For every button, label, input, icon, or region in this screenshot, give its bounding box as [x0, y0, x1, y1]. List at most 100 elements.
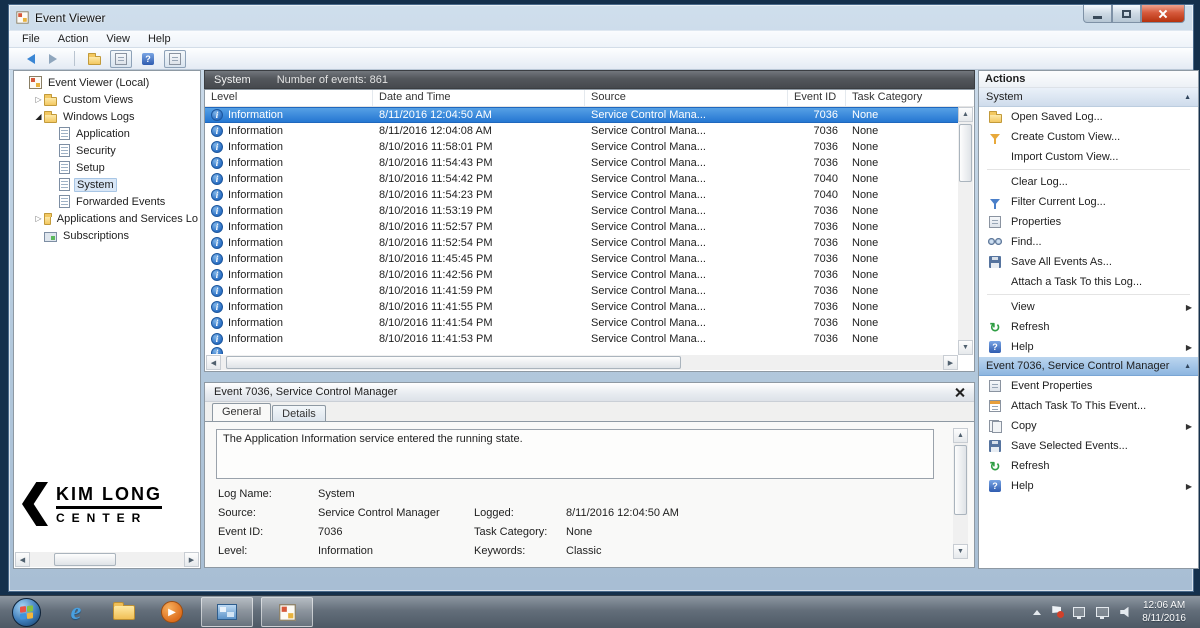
- action-save-all-events-as[interactable]: Save All Events As...: [979, 252, 1198, 272]
- event-row[interactable]: iInformation8/10/2016 11:42:56 PMService…: [205, 267, 959, 283]
- windows-explorer-button[interactable]: [111, 599, 137, 625]
- expanded-expander-icon[interactable]: ◢: [33, 112, 44, 121]
- column-date[interactable]: Date and Time: [373, 90, 585, 106]
- event-row[interactable]: iInformation8/10/2016 11:58:01 PMService…: [205, 139, 959, 155]
- tree-item-setup[interactable]: Setup: [14, 159, 200, 176]
- forward-button[interactable]: [44, 50, 66, 68]
- scroll-left-icon[interactable]: ◀: [15, 552, 30, 567]
- tree-item-application[interactable]: Application: [14, 125, 200, 142]
- event-row[interactable]: iInformation8/10/2016 11:52:54 PMService…: [205, 235, 959, 251]
- media-player-button[interactable]: ▶: [159, 599, 185, 625]
- action-properties[interactable]: Properties: [979, 212, 1198, 232]
- event-row[interactable]: iInformation8/10/2016 11:53:19 PMService…: [205, 203, 959, 219]
- action-section-header[interactable]: System▲: [979, 88, 1198, 107]
- action-copy[interactable]: Copy▶: [979, 416, 1198, 436]
- maximize-button[interactable]: [1112, 5, 1141, 23]
- action-filter-current-log[interactable]: Filter Current Log...: [979, 192, 1198, 212]
- tree-item-event-viewer-local[interactable]: Event Viewer (Local): [14, 74, 200, 91]
- scroll-right-icon[interactable]: ▶: [943, 355, 958, 370]
- menu-action[interactable]: Action: [49, 32, 98, 46]
- tree-item-security[interactable]: Security: [14, 142, 200, 159]
- action-help[interactable]: Help▶: [979, 476, 1198, 496]
- scroll-up-icon[interactable]: ▲: [958, 107, 973, 122]
- detail-vertical-scrollbar[interactable]: ▲ ▼: [953, 428, 968, 559]
- scroll-down-icon[interactable]: ▼: [958, 340, 973, 355]
- action-section-header[interactable]: Event 7036, Service Control Manager▲: [979, 357, 1198, 376]
- tree-item-applications-and-services-lo[interactable]: ▷Applications and Services Lo: [14, 210, 200, 227]
- collapse-arrow-icon[interactable]: ▲: [1184, 363, 1191, 370]
- column-level[interactable]: Level: [205, 90, 373, 106]
- action-center-flag-icon[interactable]: [1052, 606, 1062, 618]
- scroll-left-icon[interactable]: ◀: [206, 355, 221, 370]
- event-row[interactable]: iInformation8/10/2016 11:41:55 PMService…: [205, 299, 959, 315]
- column-task-category[interactable]: Task Category: [846, 90, 946, 106]
- menu-file[interactable]: File: [13, 32, 49, 46]
- tree-item-system[interactable]: System: [14, 176, 200, 193]
- action-open-saved-log[interactable]: Open Saved Log...: [979, 107, 1198, 127]
- event-row[interactable]: iInformation8/10/2016 11:54:42 PMService…: [205, 171, 959, 187]
- start-button[interactable]: [12, 598, 41, 627]
- column-event-id[interactable]: Event ID: [788, 90, 846, 106]
- event-row[interactable]: iInformation8/10/2016 11:41:54 PMService…: [205, 315, 959, 331]
- table-vertical-scrollbar[interactable]: ▲ ▼: [958, 107, 973, 355]
- scroll-right-icon[interactable]: ▶: [184, 552, 199, 567]
- scrollbar-thumb[interactable]: [959, 124, 972, 182]
- action-attach-a-task-to-this-log[interactable]: Attach a Task To this Log...: [979, 272, 1198, 292]
- action-clear-log[interactable]: Clear Log...: [979, 172, 1198, 192]
- table-horizontal-scrollbar[interactable]: ◀ ▶: [206, 355, 958, 370]
- action-help[interactable]: Help▶: [979, 337, 1198, 357]
- open-log-button[interactable]: [83, 50, 105, 68]
- tree-item-windows-logs[interactable]: ◢Windows Logs: [14, 108, 200, 125]
- event-row[interactable]: iInformation8/10/2016 11:41:59 PMService…: [205, 283, 959, 299]
- back-button[interactable]: [17, 50, 39, 68]
- tray-clock[interactable]: 12:06 AM 8/11/2016: [1142, 599, 1186, 625]
- scroll-down-icon[interactable]: ▼: [953, 544, 968, 559]
- scrollbar-thumb[interactable]: [54, 553, 116, 566]
- action-import-custom-view[interactable]: Import Custom View...: [979, 147, 1198, 167]
- scroll-up-icon[interactable]: ▲: [953, 428, 968, 443]
- action-view[interactable]: View▶: [979, 297, 1198, 317]
- display-icon[interactable]: [1096, 607, 1109, 617]
- show-console-tree-button[interactable]: [110, 50, 132, 68]
- hidden-icons-arrow[interactable]: [1033, 610, 1041, 615]
- tree-item-custom-views[interactable]: ▷Custom Views: [14, 91, 200, 108]
- collapsed-expander-icon[interactable]: ▷: [33, 95, 44, 104]
- show-action-pane-button[interactable]: [164, 50, 186, 68]
- event-row[interactable]: iInformation8/10/2016 11:45:45 PMService…: [205, 251, 959, 267]
- scrollbar-thumb[interactable]: [954, 445, 967, 515]
- close-button[interactable]: [1141, 5, 1185, 23]
- tab-general[interactable]: General: [212, 403, 271, 421]
- help-button[interactable]: [137, 50, 159, 68]
- minimize-button[interactable]: [1083, 5, 1112, 23]
- tree-horizontal-scrollbar[interactable]: ◀ ▶: [15, 552, 199, 567]
- event-viewer-window-button[interactable]: [261, 597, 313, 627]
- collapsed-expander-icon[interactable]: ▷: [33, 214, 44, 223]
- menu-help[interactable]: Help: [139, 32, 180, 46]
- action-refresh[interactable]: Refresh: [979, 317, 1198, 337]
- internet-explorer-button[interactable]: e: [63, 599, 89, 625]
- event-row[interactable]: iInformation8/11/2016 12:04:50 AMService…: [205, 107, 959, 123]
- collapse-arrow-icon[interactable]: ▲: [1184, 94, 1191, 101]
- menu-view[interactable]: View: [97, 32, 139, 46]
- close-icon[interactable]: [955, 387, 965, 397]
- action-attach-task-to-this-event[interactable]: Attach Task To This Event...: [979, 396, 1198, 416]
- event-row[interactable]: iInformation8/10/2016 11:54:43 PMService…: [205, 155, 959, 171]
- action-refresh[interactable]: Refresh: [979, 456, 1198, 476]
- action-save-selected-events[interactable]: Save Selected Events...: [979, 436, 1198, 456]
- event-row-partial[interactable]: i: [205, 347, 959, 354]
- action-event-properties[interactable]: Event Properties: [979, 376, 1198, 396]
- scrollbar-thumb[interactable]: [226, 356, 681, 369]
- event-row[interactable]: iInformation8/10/2016 11:52:57 PMService…: [205, 219, 959, 235]
- event-row[interactable]: iInformation8/11/2016 12:04:08 AMService…: [205, 123, 959, 139]
- event-row[interactable]: iInformation8/10/2016 11:54:23 PMService…: [205, 187, 959, 203]
- tree-item-subscriptions[interactable]: Subscriptions: [14, 227, 200, 244]
- tree-item-forwarded-events[interactable]: Forwarded Events: [14, 193, 200, 210]
- column-source[interactable]: Source: [585, 90, 788, 106]
- network-icon[interactable]: [1073, 607, 1085, 617]
- titlebar[interactable]: Event Viewer: [9, 5, 1193, 30]
- tab-details[interactable]: Details: [272, 405, 326, 421]
- volume-icon[interactable]: [1120, 607, 1131, 618]
- event-row[interactable]: iInformation8/10/2016 11:41:53 PMService…: [205, 331, 959, 347]
- action-create-custom-view[interactable]: Create Custom View...: [979, 127, 1198, 147]
- admin-tools-window-button[interactable]: [201, 597, 253, 627]
